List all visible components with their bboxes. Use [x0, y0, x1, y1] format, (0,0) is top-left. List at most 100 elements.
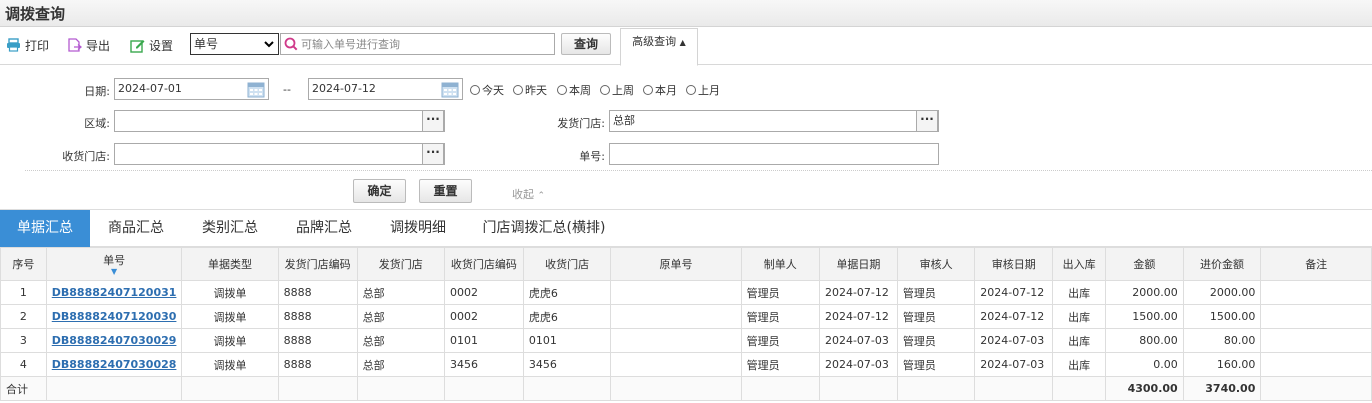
- recv-store-field[interactable]: ···: [114, 143, 445, 165]
- cell: 2024-07-12: [818, 280, 898, 305]
- query-button[interactable]: 查询: [561, 33, 611, 55]
- col-header[interactable]: 序号: [0, 247, 47, 281]
- radio-last-month[interactable]: 上月: [686, 82, 720, 98]
- col-header[interactable]: 收货门店: [522, 247, 612, 281]
- caret-up-icon: ▲: [679, 38, 686, 47]
- recv-store-picker-button[interactable]: ···: [422, 143, 444, 165]
- settings-button[interactable]: 设置: [130, 35, 173, 55]
- radio-yesterday[interactable]: 昨天: [513, 82, 547, 98]
- cell: 0002: [443, 280, 524, 305]
- settings-label: 设置: [149, 38, 174, 53]
- col-header[interactable]: 金额: [1105, 247, 1184, 281]
- radio-this-month[interactable]: 本月: [643, 82, 677, 98]
- date-from-value: 2024-07-01: [118, 82, 182, 95]
- cell: 3456: [522, 352, 612, 377]
- cell: 2024-07-03: [818, 352, 898, 377]
- order-no-field[interactable]: [609, 143, 939, 165]
- export-button[interactable]: 导出: [67, 35, 110, 55]
- col-header[interactable]: 审核人: [896, 247, 976, 281]
- cell: 总部: [356, 304, 445, 329]
- filter-divider: [25, 170, 1372, 171]
- cell: 调拨单: [181, 352, 279, 377]
- calendar-icon[interactable]: [247, 81, 265, 98]
- sort-desc-icon: ▼: [111, 267, 118, 276]
- confirm-button[interactable]: 确定: [353, 179, 406, 203]
- col-header[interactable]: 出入库: [1052, 247, 1107, 281]
- tab-category-summary[interactable]: 类别汇总: [186, 210, 274, 247]
- cell: 管理员: [896, 328, 976, 353]
- ship-store-picker-button[interactable]: ···: [916, 110, 938, 132]
- radio-today[interactable]: 今天: [470, 82, 504, 98]
- date-to-field[interactable]: 2024-07-12: [308, 78, 463, 100]
- col-header[interactable]: 进价金额: [1182, 247, 1262, 281]
- search-input[interactable]: [301, 36, 551, 52]
- order-no-link[interactable]: DB88882407120030: [45, 304, 183, 329]
- cell: 800.00: [1105, 328, 1184, 353]
- collapse-toggle[interactable]: 收起 ⌃: [512, 186, 545, 202]
- radio-circle-icon: [643, 85, 653, 95]
- tab-brand-summary[interactable]: 品牌汇总: [280, 210, 368, 247]
- table-row[interactable]: 3 DB88882407030029 调拨单 8888 总部 0101 0101…: [0, 328, 1372, 353]
- cell: 管理员: [896, 280, 976, 305]
- col-header[interactable]: 收货门店编码: [443, 247, 524, 281]
- radio-this-week[interactable]: 本周: [557, 82, 591, 98]
- tab-product-summary[interactable]: 商品汇总: [92, 210, 180, 247]
- chevron-up-icon: ⌃: [537, 191, 546, 201]
- table-row[interactable]: 2 DB88882407120030 调拨单 8888 总部 0002 虎虎6 …: [0, 304, 1372, 329]
- calendar-icon[interactable]: [441, 81, 459, 98]
- advanced-query-label: 高级查询: [632, 35, 677, 48]
- cell: 虎虎6: [522, 280, 612, 305]
- cell: 管理员: [896, 352, 976, 377]
- cell: 调拨单: [181, 304, 279, 329]
- col-header[interactable]: 制单人: [740, 247, 820, 281]
- row-index: 3: [0, 328, 47, 353]
- col-header[interactable]: 发货门店: [356, 247, 445, 281]
- col-header[interactable]: 单据日期: [818, 247, 898, 281]
- col-header[interactable]: 审核日期: [974, 247, 1054, 281]
- region-picker-button[interactable]: ···: [422, 110, 444, 132]
- date-from-field[interactable]: 2024-07-01: [114, 78, 269, 100]
- col-header-sorted[interactable]: 单号 ▼: [45, 247, 183, 281]
- cell: 调拨单: [181, 328, 279, 353]
- reset-button[interactable]: 重置: [419, 179, 472, 203]
- table-row[interactable]: 4 DB88882407030028 调拨单 8888 总部 3456 3456…: [0, 352, 1372, 377]
- radio-last-week[interactable]: 上周: [600, 82, 634, 98]
- cell: [1260, 328, 1372, 353]
- region-field[interactable]: ···: [114, 110, 445, 132]
- cell: 管理员: [740, 304, 820, 329]
- ship-store-field[interactable]: 总部 ···: [609, 110, 939, 132]
- date-label: 日期:: [84, 85, 110, 98]
- col-header[interactable]: 发货门店编码: [277, 247, 358, 281]
- radio-circle-icon: [470, 85, 480, 95]
- search-field-select[interactable]: 单号: [190, 33, 279, 55]
- cell: 8888: [277, 280, 358, 305]
- table-header-row: 序号 单号 ▼ 单据类型 发货门店编码 发货门店 收货门店编码 收货门店 原单号…: [0, 247, 1372, 281]
- order-no-label: 单号:: [579, 150, 605, 163]
- advanced-query-tab[interactable]: 高级查询 ▲: [620, 28, 698, 66]
- table-row[interactable]: 1 DB88882407120031 调拨单 8888 总部 0002 虎虎6 …: [0, 280, 1372, 305]
- total-row: 合计 4300.00 3740.00: [0, 376, 1372, 401]
- order-no-link[interactable]: DB88882407120031: [45, 280, 183, 305]
- tab-order-summary[interactable]: 单据汇总: [0, 210, 90, 247]
- cell: 调拨单: [181, 280, 279, 305]
- cell: 2024-07-03: [974, 352, 1054, 377]
- order-no-link[interactable]: DB88882407030029: [45, 328, 183, 353]
- advanced-filter-panel: 日期: 2024-07-01 -- 2024-07-12 今天 昨天 本周 上周…: [0, 65, 1372, 210]
- cell: 1500.00: [1105, 304, 1184, 329]
- collapse-label: 收起: [512, 188, 534, 201]
- cell: 0002: [443, 304, 524, 329]
- col-header[interactable]: 单据类型: [181, 247, 279, 281]
- tab-transfer-detail[interactable]: 调拨明细: [374, 210, 462, 247]
- order-no-link[interactable]: DB88882407030028: [45, 352, 183, 377]
- col-header[interactable]: 原单号: [610, 247, 742, 281]
- total-label: 合计: [0, 376, 47, 401]
- tab-store-transfer-horizontal[interactable]: 门店调拨汇总(横排): [474, 210, 614, 247]
- edit-settings-icon: [130, 39, 145, 53]
- col-header[interactable]: 备注: [1260, 247, 1372, 281]
- cell: 出库: [1052, 328, 1107, 353]
- radio-last-month-label: 上月: [698, 84, 720, 97]
- cell: [1052, 376, 1107, 401]
- cell: 总部: [356, 352, 445, 377]
- print-button[interactable]: 打印: [6, 35, 49, 55]
- chevron-down-icon: [264, 41, 274, 48]
